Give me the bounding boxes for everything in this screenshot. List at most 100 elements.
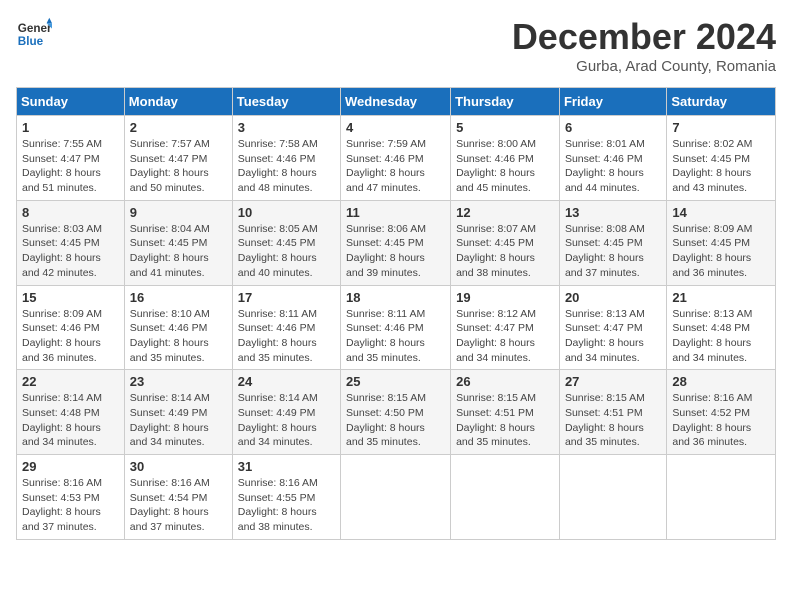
day-number: 14 [672,205,770,220]
day-of-week-header: Thursday [451,88,560,116]
day-number: 30 [130,459,227,474]
day-number: 5 [456,120,554,135]
day-info: Sunrise: 8:01 AMSunset: 4:46 PMDaylight:… [565,137,661,196]
day-number: 13 [565,205,661,220]
day-number: 26 [456,374,554,389]
day-of-week-header: Sunday [17,88,125,116]
day-number: 12 [456,205,554,220]
calendar-cell: 16 Sunrise: 8:10 AMSunset: 4:46 PMDayligh… [124,285,232,370]
calendar-cell: 22 Sunrise: 8:14 AMSunset: 4:48 PMDayligh… [17,370,125,455]
calendar-cell: 13 Sunrise: 8:08 AMSunset: 4:45 PMDayligh… [559,200,666,285]
day-info: Sunrise: 8:15 AMSunset: 4:51 PMDaylight:… [456,391,554,450]
day-number: 8 [22,205,119,220]
day-info: Sunrise: 8:10 AMSunset: 4:46 PMDaylight:… [130,307,227,366]
calendar-cell [341,455,451,540]
day-info: Sunrise: 8:12 AMSunset: 4:47 PMDaylight:… [456,307,554,366]
calendar-cell: 26 Sunrise: 8:15 AMSunset: 4:51 PMDayligh… [451,370,560,455]
calendar-cell [451,455,560,540]
calendar-cell: 10 Sunrise: 8:05 AMSunset: 4:45 PMDayligh… [232,200,340,285]
day-info: Sunrise: 8:13 AMSunset: 4:48 PMDaylight:… [672,307,770,366]
day-number: 7 [672,120,770,135]
day-number: 27 [565,374,661,389]
day-number: 3 [238,120,335,135]
logo-icon: General Blue [16,16,52,52]
day-number: 21 [672,290,770,305]
day-info: Sunrise: 8:16 AMSunset: 4:54 PMDaylight:… [130,476,227,535]
calendar-week-row: 1 Sunrise: 7:55 AMSunset: 4:47 PMDaylight… [17,116,776,201]
title-area: December 2024 Gurba, Arad County, Romani… [512,16,776,75]
day-number: 18 [346,290,445,305]
month-title: December 2024 [512,16,776,58]
day-number: 1 [22,120,119,135]
day-number: 10 [238,205,335,220]
calendar-cell: 21 Sunrise: 8:13 AMSunset: 4:48 PMDayligh… [667,285,776,370]
day-info: Sunrise: 8:14 AMSunset: 4:48 PMDaylight:… [22,391,119,450]
day-number: 15 [22,290,119,305]
calendar-cell: 25 Sunrise: 8:15 AMSunset: 4:50 PMDayligh… [341,370,451,455]
day-of-week-header: Wednesday [341,88,451,116]
day-info: Sunrise: 8:13 AMSunset: 4:47 PMDaylight:… [565,307,661,366]
calendar-cell: 2 Sunrise: 7:57 AMSunset: 4:47 PMDaylight… [124,116,232,201]
calendar-cell: 24 Sunrise: 8:14 AMSunset: 4:49 PMDayligh… [232,370,340,455]
day-info: Sunrise: 7:55 AMSunset: 4:47 PMDaylight:… [22,137,119,196]
calendar-cell: 30 Sunrise: 8:16 AMSunset: 4:54 PMDayligh… [124,455,232,540]
calendar-cell: 1 Sunrise: 7:55 AMSunset: 4:47 PMDaylight… [17,116,125,201]
day-number: 20 [565,290,661,305]
day-number: 17 [238,290,335,305]
calendar-table: SundayMondayTuesdayWednesdayThursdayFrid… [16,87,776,540]
day-info: Sunrise: 8:09 AMSunset: 4:45 PMDaylight:… [672,222,770,281]
day-info: Sunrise: 8:15 AMSunset: 4:51 PMDaylight:… [565,391,661,450]
day-info: Sunrise: 7:57 AMSunset: 4:47 PMDaylight:… [130,137,227,196]
calendar-cell: 23Sunrise: 8:14 AMSunset: 4:49 PMDayligh… [124,370,232,455]
calendar-header-row: SundayMondayTuesdayWednesdayThursdayFrid… [17,88,776,116]
day-info: Sunrise: 8:02 AMSunset: 4:45 PMDaylight:… [672,137,770,196]
day-info: Sunrise: 8:15 AMSunset: 4:50 PMDaylight:… [346,391,445,450]
day-info: Sunrise: 8:16 AMSunset: 4:52 PMDaylight:… [672,391,770,450]
calendar-cell: 19 Sunrise: 8:12 AMSunset: 4:47 PMDayligh… [451,285,560,370]
calendar-week-row: 8Sunrise: 8:03 AMSunset: 4:45 PMDaylight… [17,200,776,285]
svg-text:General: General [18,22,52,35]
calendar-cell: 4Sunrise: 7:59 AMSunset: 4:46 PMDaylight… [341,116,451,201]
day-info: Sunrise: 8:05 AMSunset: 4:45 PMDaylight:… [238,222,335,281]
day-number: 9 [130,205,227,220]
day-info: Sunrise: 8:04 AMSunset: 4:45 PMDaylight:… [130,222,227,281]
day-number: 2 [130,120,227,135]
calendar-cell [667,455,776,540]
day-number: 6 [565,120,661,135]
day-number: 22 [22,374,119,389]
day-info: Sunrise: 8:14 AMSunset: 4:49 PMDaylight:… [238,391,335,450]
day-info: Sunrise: 8:07 AMSunset: 4:45 PMDaylight:… [456,222,554,281]
calendar-cell: 7 Sunrise: 8:02 AMSunset: 4:45 PMDaylight… [667,116,776,201]
day-info: Sunrise: 8:06 AMSunset: 4:45 PMDaylight:… [346,222,445,281]
calendar-cell: 8Sunrise: 8:03 AMSunset: 4:45 PMDaylight… [17,200,125,285]
calendar-cell: 20 Sunrise: 8:13 AMSunset: 4:47 PMDayligh… [559,285,666,370]
day-of-week-header: Monday [124,88,232,116]
day-info: Sunrise: 8:00 AMSunset: 4:46 PMDaylight:… [456,137,554,196]
calendar-week-row: 29Sunrise: 8:16 AMSunset: 4:53 PMDayligh… [17,455,776,540]
day-number: 16 [130,290,227,305]
calendar-cell: 29Sunrise: 8:16 AMSunset: 4:53 PMDayligh… [17,455,125,540]
calendar-cell: 3Sunrise: 7:58 AMSunset: 4:46 PMDaylight… [232,116,340,201]
calendar-week-row: 15 Sunrise: 8:09 AMSunset: 4:46 PMDayligh… [17,285,776,370]
calendar-cell: 28 Sunrise: 8:16 AMSunset: 4:52 PMDayligh… [667,370,776,455]
day-number: 4 [346,120,445,135]
day-number: 31 [238,459,335,474]
day-number: 25 [346,374,445,389]
calendar-week-row: 22 Sunrise: 8:14 AMSunset: 4:48 PMDayligh… [17,370,776,455]
calendar-cell: 11Sunrise: 8:06 AMSunset: 4:45 PMDayligh… [341,200,451,285]
day-number: 28 [672,374,770,389]
calendar-cell: 5 Sunrise: 8:00 AMSunset: 4:46 PMDaylight… [451,116,560,201]
calendar-cell: 27 Sunrise: 8:15 AMSunset: 4:51 PMDayligh… [559,370,666,455]
svg-text:Blue: Blue [18,35,44,48]
calendar-cell: 31Sunrise: 8:16 AMSunset: 4:55 PMDayligh… [232,455,340,540]
day-info: Sunrise: 8:09 AMSunset: 4:46 PMDaylight:… [22,307,119,366]
day-info: Sunrise: 8:08 AMSunset: 4:45 PMDaylight:… [565,222,661,281]
page-header: General Blue December 2024 Gurba, Arad C… [16,16,776,75]
day-number: 23 [130,374,227,389]
logo: General Blue [16,16,52,52]
day-number: 24 [238,374,335,389]
calendar-cell: 9 Sunrise: 8:04 AMSunset: 4:45 PMDaylight… [124,200,232,285]
day-number: 19 [456,290,554,305]
day-number: 29 [22,459,119,474]
calendar-cell: 17Sunrise: 8:11 AMSunset: 4:46 PMDayligh… [232,285,340,370]
